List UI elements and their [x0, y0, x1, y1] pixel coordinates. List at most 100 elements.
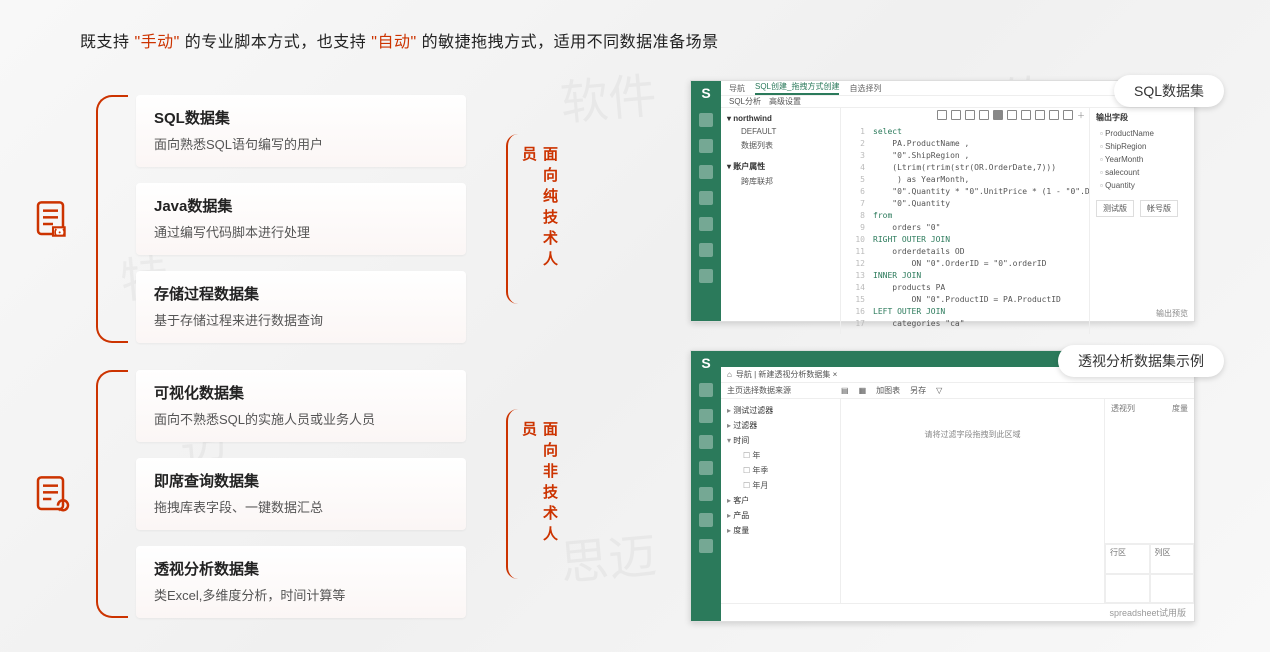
screenshot-pivot-dataset: 透视分析数据集示例 S ⌂ 导航 | 新建透视分析数据集 × 主页选择数据来源 … [690, 350, 1195, 622]
rail-icon[interactable] [699, 383, 713, 397]
toolbar-item[interactable]: 另存 [910, 385, 926, 396]
tree-section[interactable]: 测试过滤器 [727, 403, 834, 418]
rail-icon[interactable] [699, 113, 713, 127]
watermark: 思迈 [557, 516, 659, 594]
tree-section[interactable]: 客户 [727, 493, 834, 508]
toolbar-icon[interactable] [937, 110, 947, 120]
toolbar-icon[interactable] [951, 110, 961, 120]
card-title: 透视分析数据集 [154, 558, 448, 579]
toolbar-icon[interactable] [979, 110, 989, 120]
grid-cell[interactable]: 列区 [1150, 544, 1195, 574]
footer-text: spreadsheet试用版 [1109, 606, 1186, 619]
headline-q2: "自动" [371, 34, 416, 51]
logo-icon: S [701, 85, 710, 101]
card-title: SQL数据集 [154, 107, 448, 128]
rail-icon[interactable] [699, 539, 713, 553]
bracket-tech [76, 95, 136, 343]
tree-section[interactable]: 产品 [727, 508, 834, 523]
card-title: 存储过程数据集 [154, 283, 448, 304]
rail-icon[interactable] [699, 409, 713, 423]
tab-sql-create[interactable]: SQL创建_拖拽方式创建 [755, 81, 839, 95]
tab-nav[interactable]: 导航 [729, 83, 745, 94]
tree-item[interactable]: 跨库联邦 [727, 174, 834, 189]
headline: 既支持 "手动" 的专业脚本方式，也支持 "自动" 的敏捷拖拽方式，适用不同数据… [80, 28, 719, 52]
rail-icon[interactable] [699, 435, 713, 449]
code-editor[interactable]: ＋ 1select 2 PA.ProductName , 3 "0".ShipR… [841, 108, 1089, 334]
card-adhoc-dataset: 即席查询数据集 拖拽库表字段、一键数据汇总 [136, 458, 466, 530]
toolbar-save-icon[interactable]: ▤ [841, 386, 849, 395]
script-icon [30, 196, 76, 242]
prop-tab[interactable]: 测试版 [1096, 200, 1134, 217]
rail-icon[interactable] [699, 269, 713, 283]
toolbar-icon[interactable] [965, 110, 975, 120]
toolbar: 主页选择数据来源 ▤ ▦ 加图表 另存 ▽ [721, 383, 1194, 399]
rail-icon[interactable] [699, 191, 713, 205]
prop-tab[interactable]: 帐号版 [1140, 200, 1178, 217]
rail-icon[interactable] [699, 487, 713, 501]
card-desc: 面向不熟悉SQL的实施人员或业务人员 [154, 409, 448, 428]
rail-icon[interactable] [699, 217, 713, 231]
toolbar-icon[interactable] [1007, 110, 1017, 120]
tree-leaf[interactable]: 年 [727, 448, 834, 463]
tree-section[interactable]: 时间 [727, 433, 834, 448]
toolbar-chart-icon[interactable]: ▦ [859, 386, 867, 395]
toolbar-plus-icon[interactable]: ＋ [1077, 110, 1085, 122]
prop-item[interactable]: salecount [1096, 166, 1188, 179]
card-proc-dataset: 存储过程数据集 基于存储过程来进行数据查询 [136, 271, 466, 343]
toolbar-funnel-icon[interactable]: ▽ [936, 386, 942, 395]
tree-section[interactable]: ▾ 账户属性 [727, 159, 834, 174]
rail-icon[interactable] [699, 513, 713, 527]
toolbar-icon[interactable] [1063, 110, 1073, 120]
group-nontech: 可视化数据集 面向不熟悉SQL的实施人员或业务人员 即席查询数据集 拖拽库表字段… [30, 370, 560, 618]
drop-area[interactable]: 请将过滤字段拖拽到此区域 [841, 399, 1104, 603]
tree-panel: 测试过滤器 过滤器 时间 年 年季 年月 客户 产品 度量 [721, 399, 841, 603]
toolbar-icon[interactable] [1035, 110, 1045, 120]
watermark: 软件 [557, 56, 659, 134]
card-desc: 拖拽库表字段、一键数据汇总 [154, 497, 448, 516]
card-title: 可视化数据集 [154, 382, 448, 403]
card-desc: 类Excel,多维度分析，时间计算等 [154, 585, 448, 604]
config-label: 度量 [1172, 403, 1188, 539]
screenshot-tag: 透视分析数据集示例 [1058, 345, 1224, 377]
tab-select-col[interactable]: 自选择列 [849, 83, 881, 94]
props-panel: 输出字段 ProductName ShipRegion YearMonth sa… [1089, 108, 1194, 334]
grid-cell[interactable] [1105, 574, 1150, 604]
headline-p1: 既支持 [80, 34, 130, 51]
toolbar-icon[interactable] [1049, 110, 1059, 120]
card-desc: 面向熟悉SQL语句编写的用户 [154, 134, 448, 153]
footer: spreadsheet试用版 [721, 603, 1194, 621]
rail-icon[interactable] [699, 165, 713, 179]
headline-q1: "手动" [134, 34, 179, 51]
grid-cell[interactable]: 行区 [1105, 544, 1150, 574]
prop-item[interactable]: YearMonth [1096, 153, 1188, 166]
tree-item[interactable]: 数据列表 [727, 138, 834, 153]
subtab-sql[interactable]: SQL分析 [729, 96, 761, 107]
screenshot-tag: SQL数据集 [1114, 75, 1224, 107]
toolbar-icon[interactable] [993, 110, 1003, 120]
tree-leaf[interactable]: 年月 [727, 478, 834, 493]
tree-section[interactable]: 过滤器 [727, 418, 834, 433]
group-tech: SQL数据集 面向熟悉SQL语句编写的用户 Java数据集 通过编写代码脚本进行… [30, 95, 560, 343]
prop-item[interactable]: ProductName [1096, 127, 1188, 140]
toolbar-icon[interactable] [1021, 110, 1031, 120]
card-desc: 基于存储过程来进行数据查询 [154, 310, 448, 329]
home-icon[interactable]: ⌂ [727, 370, 732, 379]
card-title: 即席查询数据集 [154, 470, 448, 491]
vlabel-nontech: 面向非技术人员 [506, 409, 560, 579]
tree-item[interactable]: DEFAULT [727, 125, 834, 138]
bracket-nontech [76, 370, 136, 618]
subtab-adv[interactable]: 高级设置 [769, 96, 801, 107]
toolbar-item[interactable]: 加图表 [876, 385, 900, 396]
rail-icon[interactable] [699, 461, 713, 475]
tree-root[interactable]: ▾ northwind [727, 112, 834, 125]
tree-leaf[interactable]: 年季 [727, 463, 834, 478]
headline-p2: 的专业脚本方式，也支持 [185, 34, 367, 51]
tree-section[interactable]: 度量 [727, 523, 834, 538]
grid-cell[interactable] [1150, 574, 1195, 604]
prop-item[interactable]: Quantity [1096, 179, 1188, 192]
config-grid[interactable]: 行区 列区 [1105, 543, 1194, 603]
rail-icon[interactable] [699, 243, 713, 257]
toolbar-item[interactable]: 主页选择数据来源 [727, 385, 791, 396]
rail-icon[interactable] [699, 139, 713, 153]
prop-item[interactable]: ShipRegion [1096, 140, 1188, 153]
